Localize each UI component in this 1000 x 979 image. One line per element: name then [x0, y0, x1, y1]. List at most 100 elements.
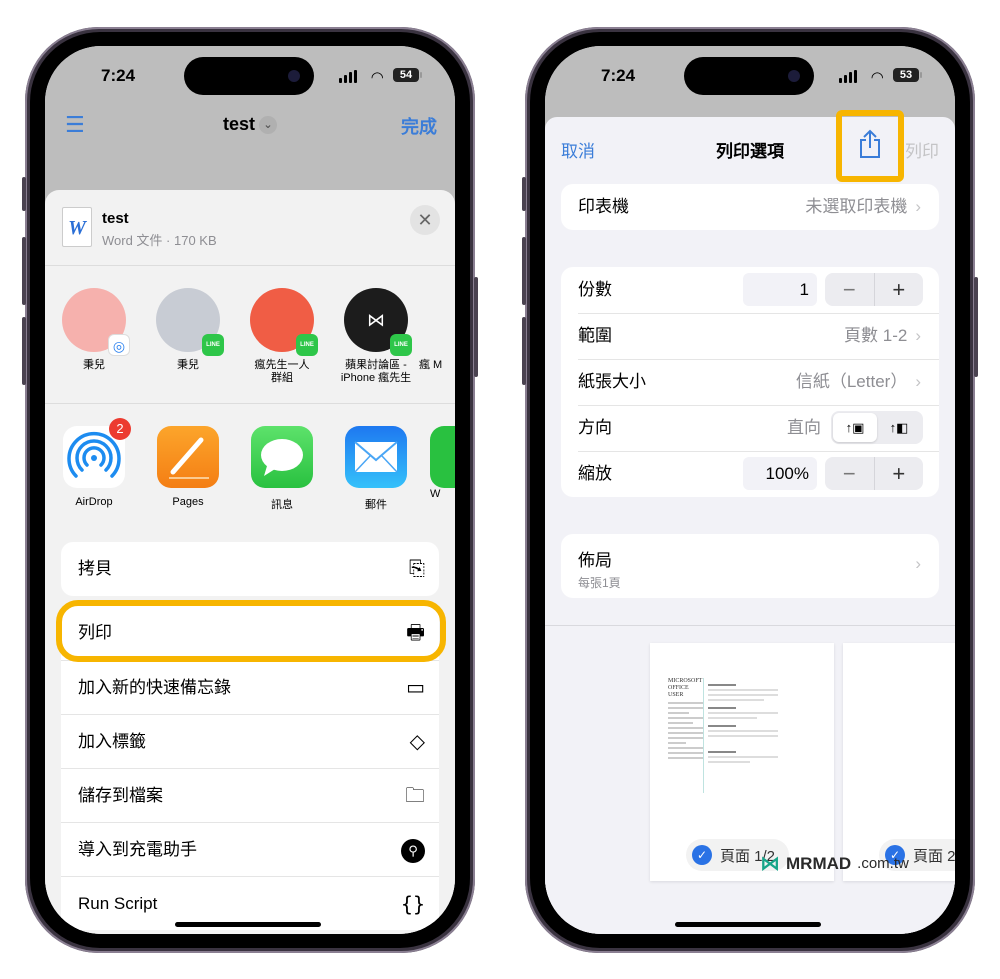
volume-up-button [522, 237, 526, 305]
app-label: W [430, 488, 441, 500]
contact-item[interactable]: LINE 瘋先生一人 群組 [237, 288, 327, 385]
printer-row[interactable]: 印表機 未選取印表機 › [561, 184, 939, 230]
signal-icon [839, 70, 857, 83]
page-preview-area: MICROSOFT OFFICE USER ✓頁面 1/2 ✓頁面 2/2 [545, 625, 955, 934]
decrement-button[interactable]: − [825, 273, 875, 306]
range-label: 範圍 [578, 326, 612, 345]
contact-name: 秉兒 [83, 359, 105, 371]
chevron-right-icon: › [915, 554, 921, 573]
dynamic-island [684, 57, 814, 95]
paper-size-row[interactable]: 紙張大小 信紙（Letter） › [561, 359, 939, 405]
done-button[interactable]: 完成 [401, 113, 437, 139]
wifi-icon: ◠ [371, 69, 383, 86]
portrait-icon[interactable]: ↑▣ [833, 413, 877, 442]
app-partial-icon [430, 426, 455, 488]
share-sheet: W test Word 文件 · 170 KB ✕ ◎ 秉兒 LINE 秉兒 L… [45, 190, 455, 934]
contact-name: 蘋果討論區 - iPhone 瘋先生 [340, 359, 412, 384]
left-screen: 7:24 ◠ 54 ☰ test ⌄ 完成 W test Word 文件 · 17… [45, 46, 455, 934]
contact-name: 瘋 M [419, 359, 443, 371]
avatar: LINE [250, 288, 318, 356]
range-row[interactable]: 範圍 頁數 1-2 › [561, 313, 939, 359]
line-badge-icon: LINE [390, 334, 412, 356]
status-time: 7:24 [101, 66, 136, 85]
app-airdrop[interactable]: 2 AirDrop [54, 418, 134, 508]
close-button[interactable]: ✕ [410, 205, 440, 235]
paper-size-label: 紙張大小 [578, 372, 646, 391]
layout-sub: 每張1頁 [578, 576, 621, 590]
copy-icon: ⎘ [409, 558, 425, 580]
side-button [474, 277, 478, 377]
landscape-icon[interactable]: ↑◧ [877, 413, 921, 442]
action-label: 儲存到檔案 [78, 786, 163, 805]
layout-row[interactable]: 佈局 每張1頁 › [561, 534, 939, 598]
printer-label: 印表機 [578, 197, 629, 216]
page-label: 頁面 2/2 [913, 847, 955, 865]
copies-input[interactable]: 1 [743, 273, 817, 306]
layout-label: 佈局 [578, 551, 612, 570]
copies-row: 份數 1 − + [561, 267, 939, 313]
action-button [22, 177, 26, 211]
quick-note-icon: ▭ [406, 677, 425, 699]
action-button [522, 177, 526, 211]
folder-icon: 🗀 [405, 785, 425, 807]
action-add-tag[interactable]: 加入標籤 ◇ [61, 714, 439, 768]
orientation-segmented: ↑▣ ↑◧ [831, 411, 923, 444]
line-badge-icon: LINE [296, 334, 318, 356]
paper-size-value: 信紙（Letter） [795, 372, 908, 391]
checkmark-icon: ✓ [692, 845, 712, 865]
actions-group-copy: 拷貝 ⎘ [61, 542, 439, 596]
chevron-down-icon: ⌄ [259, 116, 277, 135]
action-quick-note[interactable]: 加入新的快速備忘錄 ▭ [61, 660, 439, 714]
doc-title: MICROSOFT OFFICE USER [668, 678, 703, 698]
share-icon [860, 129, 880, 158]
contacts-row: ◎ 秉兒 LINE 秉兒 LINE 瘋先生一人 群組 ⋈ LINE 蘋果討論區 … [45, 266, 455, 404]
chevron-right-icon: › [915, 197, 921, 216]
home-indicator [175, 922, 321, 927]
action-save-to-files[interactable]: 儲存到檔案 🗀 [61, 768, 439, 822]
action-import-charger[interactable]: 導入到充電助手 ⚲ [61, 822, 439, 876]
word-file-icon: W [62, 207, 92, 247]
document-title[interactable]: test ⌄ [45, 114, 455, 135]
page-thumbnail[interactable]: MICROSOFT OFFICE USER ✓ 頁面 1/2 [650, 643, 834, 881]
pages-icon [157, 426, 219, 488]
decrement-button[interactable]: − [825, 457, 875, 490]
app-mail[interactable]: 郵件 [336, 426, 416, 512]
status-time: 7:24 [601, 66, 636, 85]
battery-icon: 53 [893, 68, 922, 82]
page-thumbnail[interactable]: ✓頁面 2/2 [843, 643, 955, 881]
contact-item[interactable]: ⋈ LINE 蘋果討論區 - iPhone 瘋先生 [331, 288, 421, 385]
action-label: 導入到充電助手 [78, 840, 197, 859]
app-messages[interactable]: 訊息 [242, 426, 322, 512]
volume-down-button [22, 317, 26, 385]
app-label: 郵件 [365, 499, 387, 511]
avatar: ⋈ LINE [344, 288, 412, 356]
app-label: Pages [172, 496, 204, 508]
home-indicator [675, 922, 821, 927]
print-options-sheet: 取消 列印選項 列印 印表機 未選取印表機 › 份數 1 − + 範圍 頁數 1… [545, 110, 955, 934]
contact-item[interactable]: LINE 秉兒 [143, 288, 233, 372]
tag-icon: ◇ [409, 731, 425, 753]
avatar: LINE [156, 288, 224, 356]
messages-icon [251, 426, 313, 488]
volume-up-button [22, 237, 26, 305]
contact-name: 瘋先生一人 群組 [254, 359, 310, 384]
increment-button[interactable]: + [875, 273, 924, 306]
action-label: 加入標籤 [78, 732, 146, 751]
search-circle-icon: ⚲ [401, 823, 425, 877]
scale-input[interactable]: 100% [743, 457, 817, 490]
increment-button[interactable]: + [875, 457, 924, 490]
action-label: 加入新的快速備忘錄 [78, 678, 231, 697]
notification-badge: 2 [109, 418, 131, 440]
print-button[interactable]: 列印 [905, 137, 939, 162]
action-copy[interactable]: 拷貝 ⎘ [61, 542, 439, 596]
contact-item[interactable]: 瘋 M [419, 288, 455, 372]
scale-row: 縮放 100% − + [561, 451, 939, 497]
document-preview: MICROSOFT OFFICE USER [668, 678, 778, 793]
mrmad-logo-icon: ⋈ [760, 853, 780, 875]
app-partial[interactable]: W [430, 426, 455, 500]
app-pages[interactable]: Pages [148, 426, 228, 508]
file-name: test [102, 210, 129, 227]
share-button[interactable] [836, 110, 904, 182]
contact-item[interactable]: ◎ 秉兒 [49, 288, 139, 372]
range-value: 頁數 1-2 [844, 326, 908, 345]
